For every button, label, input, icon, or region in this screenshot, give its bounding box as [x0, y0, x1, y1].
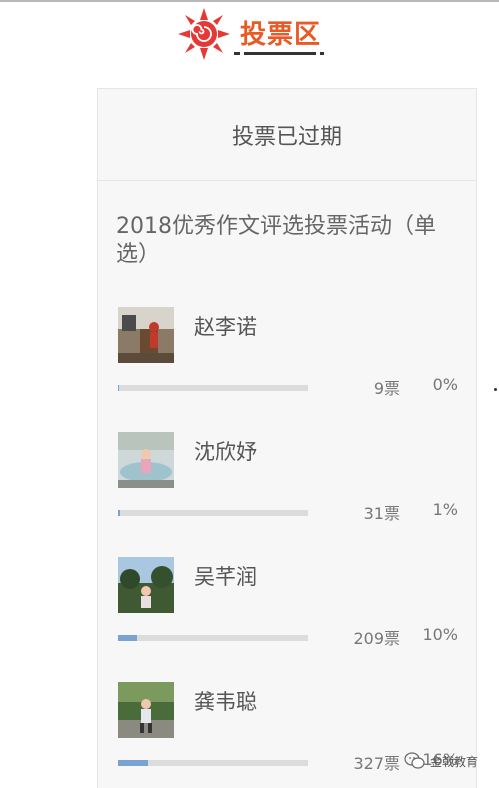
candidate-name: 吴芊润 — [194, 565, 257, 589]
candidate-photo — [118, 682, 174, 738]
candidate-name: 龚韦聪 — [194, 690, 257, 714]
candidate-photo — [118, 432, 174, 488]
vote-bar-track — [118, 385, 308, 391]
header-underline — [234, 52, 324, 55]
vote-bar-fill — [118, 385, 119, 391]
scroll-indicator-dot — [494, 388, 497, 391]
wechat-icon — [404, 752, 425, 769]
vote-bar-fill — [118, 760, 149, 766]
poll-status-text: 投票已过期 — [231, 124, 342, 150]
vote-bar-fill — [118, 510, 120, 516]
vote-bar-track — [118, 510, 308, 516]
candidate-option[interactable]: 沈欣妤 31票 1% — [98, 432, 476, 542]
vote-count: 209票 — [353, 629, 400, 648]
candidate-option[interactable]: 赵李诺 9票 0% — [98, 307, 476, 417]
watermark: 金戟教育 — [404, 752, 478, 770]
vote-bar-track — [118, 760, 308, 766]
vote-percent: 10% — [422, 625, 458, 644]
candidate-photo — [118, 307, 174, 363]
sun-logo-icon — [178, 8, 230, 60]
vote-count: 9票 — [373, 379, 400, 398]
vote-bar-track — [118, 635, 308, 641]
header-title: 投票区 — [240, 20, 322, 50]
vote-bar-fill — [118, 635, 137, 641]
watermark-text: 金戟教育 — [430, 754, 479, 769]
status-bar: 投票已过期 — [98, 89, 476, 181]
candidate-name: 赵李诺 — [194, 315, 257, 339]
poll-title: 2018优秀作文评选投票活动（单选） — [116, 214, 436, 267]
vote-count: 31票 — [363, 504, 400, 523]
header: 投票区 — [0, 0, 499, 70]
candidate-name: 沈欣妤 — [194, 440, 257, 464]
candidate-option[interactable]: 吴芊润 209票 10% — [98, 557, 476, 667]
vote-percent: 0% — [432, 375, 458, 394]
vote-count: 327票 — [353, 754, 400, 773]
candidate-option[interactable]: 龚韦聪 327票 16% — [98, 682, 476, 788]
candidate-photo — [118, 557, 174, 613]
poll-card: 投票已过期 2018优秀作文评选投票活动（单选） 赵李诺 9票 0% 沈欣妤 3… — [97, 88, 477, 788]
vote-percent: 1% — [432, 500, 458, 519]
